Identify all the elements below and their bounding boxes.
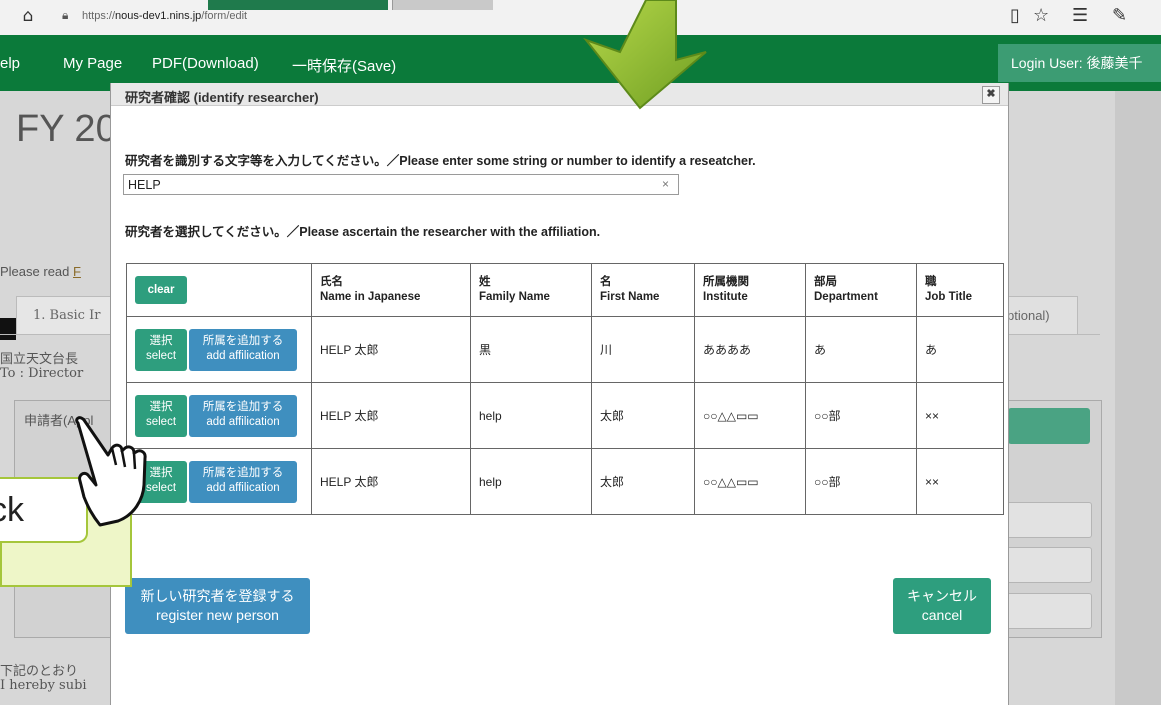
clear-button[interactable]: clear — [135, 276, 187, 304]
nav-save[interactable]: 一時保存(Save) — [292, 55, 396, 76]
clear-search-icon[interactable]: × — [662, 177, 669, 191]
researcher-search-input[interactable] — [123, 174, 679, 195]
identify-researcher-dialog: 研究者確認 (identify researcher) ✖ 研究者を識別する文字… — [110, 83, 1009, 705]
table-header-row: clear 氏名 Name in Japanese 姓 Family Name 名F… — [126, 263, 1004, 317]
add-affiliation-button[interactable]: 所属を追加する add affilication — [189, 328, 297, 371]
select-button[interactable]: 選択 select — [135, 328, 187, 371]
browser-tab-active[interactable] — [208, 0, 388, 10]
read-notice: Please read F — [0, 264, 81, 279]
row-actions: 選択 select所属を追加する add affilication — [126, 382, 312, 449]
cell-institute: ○○△△▭▭ — [694, 448, 806, 515]
clear-header-cell: clear — [126, 263, 312, 317]
page-title: FY 20 — [16, 108, 117, 150]
tab-optional[interactable]: ptional) — [1000, 296, 1078, 334]
dialog-header: 研究者確認 (identify researcher) ✖ — [111, 83, 1008, 106]
address-bar[interactable]: https://nous-dev1.nins.jp/form/edit — [82, 10, 247, 22]
nav-pdf-download[interactable]: PDF(Download) — [152, 55, 259, 72]
applicant-field[interactable] — [1004, 502, 1092, 538]
col-first-header: 名 First Name — [591, 263, 695, 317]
col-institute-header: 所属機関 Institute — [694, 263, 806, 317]
col-name-header: 氏名 Name in Japanese — [311, 263, 471, 317]
addressee-en: To : Director — [0, 366, 84, 381]
cell-first: 川 — [591, 316, 695, 383]
table-row: 選択 select所属を追加する add affilication HELP 太郎 … — [126, 316, 1004, 383]
register-new-person-button[interactable]: 新しい研究者を登録する register new person — [125, 578, 310, 634]
cell-name: HELP 太郎 — [311, 316, 471, 383]
cell-name: HELP 太郎 — [311, 382, 471, 449]
enter-prompt: 研究者を識別する文字等を入力してください。／Please enter some … — [125, 154, 756, 168]
home-icon[interactable]: ⌂ — [18, 6, 38, 26]
login-user-badge[interactable]: Login User: 後藤美千 — [998, 44, 1161, 82]
researcher-table: clear 氏名 Name in Japanese 姓 Family Name 名F… — [126, 263, 1004, 515]
cell-family: help — [470, 448, 592, 515]
addressee-jp: 国立天文台長 — [0, 352, 79, 367]
pointing-hand-icon — [75, 416, 147, 527]
page-marker — [0, 318, 16, 340]
footer-en: I hereby subi — [0, 678, 87, 693]
cell-job: ×× — [916, 448, 1004, 515]
row-actions: 選択 select所属を追加する add affilication — [126, 316, 312, 383]
cell-institute: ○○△△▭▭ — [694, 382, 806, 449]
footer-jp: 下記のとおり — [0, 664, 79, 679]
tab-basic-info[interactable]: 1. Basic Ir — [16, 296, 116, 334]
cell-job: あ — [916, 316, 1004, 383]
cell-department: ○○部 — [805, 382, 917, 449]
add-affiliation-button[interactable]: 所属を追加する add affilication — [189, 460, 297, 503]
favorites-list-icon[interactable]: ☰ — [1072, 6, 1088, 26]
cell-first: 太郎 — [591, 448, 695, 515]
cell-institute: ああああ — [694, 316, 806, 383]
cell-name: HELP 太郎 — [311, 448, 471, 515]
reading-view-icon[interactable]: ▯ — [1010, 6, 1020, 26]
down-arrow-icon — [583, 0, 707, 110]
read-link[interactable]: F — [73, 264, 81, 279]
add-affiliation-button[interactable]: 所属を追加する add affilication — [189, 394, 297, 437]
row-actions: 選択 select所属を追加する add affilication — [126, 448, 312, 515]
cancel-button[interactable]: キャンセル cancel — [893, 578, 991, 634]
nav-my-page[interactable]: My Page — [63, 55, 122, 72]
col-job-header: 職 Job Title — [916, 263, 1004, 317]
select-prompt: 研究者を選択してください。／Please ascertain the resea… — [125, 225, 601, 239]
dialog-title: 研究者確認 (identify researcher) — [125, 90, 319, 105]
close-icon[interactable]: ✖ — [982, 86, 1000, 104]
table-row: 選択 select所属を追加する add affilication HELP 太郎 … — [126, 448, 1004, 515]
applicant-action-button[interactable] — [1008, 408, 1090, 444]
lock-icon: 🔒︎ — [62, 8, 69, 22]
page-scroll-area — [1115, 91, 1161, 705]
applicant-field[interactable] — [1004, 593, 1092, 629]
favorite-star-icon[interactable]: ☆ — [1033, 6, 1049, 26]
cell-first: 太郎 — [591, 382, 695, 449]
cell-family: help — [470, 382, 592, 449]
browser-tab[interactable] — [392, 0, 493, 10]
col-department-header: 部局 Department — [805, 263, 917, 317]
col-family-header: 姓 Family Name — [470, 263, 592, 317]
table-row: 選択 select所属を追加する add affilication HELP 太郎 … — [126, 382, 1004, 449]
pen-icon[interactable]: ✎ — [1112, 6, 1127, 26]
nav-help[interactable]: elp — [0, 55, 20, 72]
applicant-field[interactable] — [1004, 547, 1092, 583]
cell-department: ○○部 — [805, 448, 917, 515]
cell-job: ×× — [916, 382, 1004, 449]
cell-family: 黒 — [470, 316, 592, 383]
cell-department: あ — [805, 316, 917, 383]
